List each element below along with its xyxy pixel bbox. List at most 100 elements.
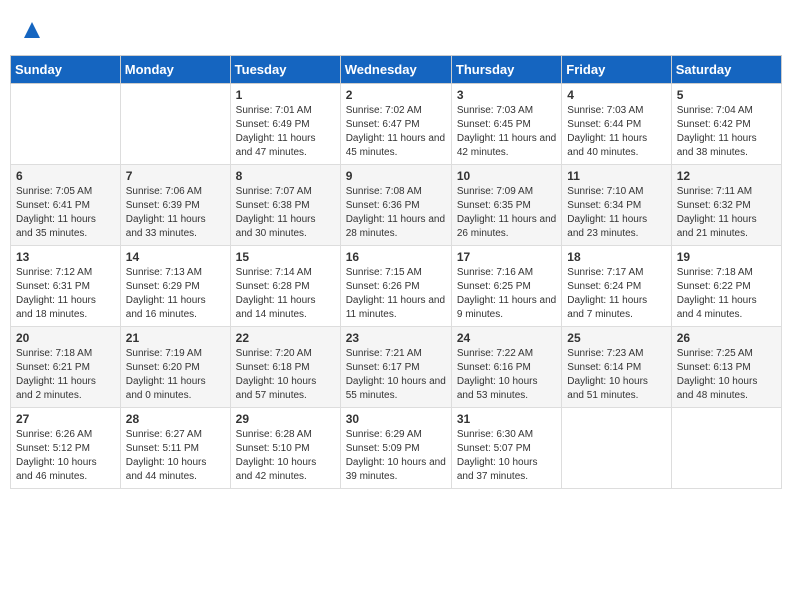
day-number: 25	[567, 331, 665, 345]
calendar-cell	[11, 84, 121, 165]
day-info: Sunrise: 7:10 AMSunset: 6:34 PMDaylight:…	[567, 185, 665, 241]
day-info: Sunrise: 7:16 AMSunset: 6:25 PMDaylight:…	[457, 266, 556, 322]
day-number: 19	[677, 250, 776, 264]
day-number: 26	[677, 331, 776, 345]
day-number: 24	[457, 331, 556, 345]
calendar-table: SundayMondayTuesdayWednesdayThursdayFrid…	[10, 55, 782, 489]
col-header-tuesday: Tuesday	[230, 56, 340, 84]
day-info: Sunrise: 6:27 AMSunset: 5:11 PMDaylight:…	[126, 428, 225, 484]
day-number: 15	[236, 250, 335, 264]
calendar-cell: 4Sunrise: 7:03 AMSunset: 6:44 PMDaylight…	[562, 84, 671, 165]
calendar-header-row: SundayMondayTuesdayWednesdayThursdayFrid…	[11, 56, 782, 84]
day-info: Sunrise: 7:11 AMSunset: 6:32 PMDaylight:…	[677, 185, 776, 241]
calendar-cell: 30 Sunrise: 6:29 AMSunset: 5:09 PMDayligh…	[340, 408, 451, 489]
day-number: 12	[677, 169, 776, 183]
day-number: 3	[457, 88, 556, 102]
day-info: Sunrise: 6:28 AMSunset: 5:10 PMDaylight:…	[236, 428, 335, 484]
day-number: 7	[126, 169, 225, 183]
day-info: Sunrise: 7:25 AMSunset: 6:13 PMDaylight:…	[677, 347, 776, 403]
calendar-cell: 10 Sunrise: 7:09 AMSunset: 6:35 PMDayligh…	[451, 165, 561, 246]
calendar-cell: 14Sunrise: 7:13 AMSunset: 6:29 PMDayligh…	[120, 246, 230, 327]
day-info: Sunrise: 7:15 AMSunset: 6:26 PMDaylight:…	[346, 266, 446, 322]
calendar-cell: 24 Sunrise: 7:22 AMSunset: 6:16 PMDayligh…	[451, 327, 561, 408]
day-number: 21	[126, 331, 225, 345]
day-number: 8	[236, 169, 335, 183]
calendar-cell	[562, 408, 671, 489]
calendar-cell: 18 Sunrise: 7:17 AMSunset: 6:24 PMDayligh…	[562, 246, 671, 327]
day-number: 11	[567, 169, 665, 183]
col-header-wednesday: Wednesday	[340, 56, 451, 84]
calendar-cell: 29 Sunrise: 6:28 AMSunset: 5:10 PMDayligh…	[230, 408, 340, 489]
calendar-cell: 28 Sunrise: 6:27 AMSunset: 5:11 PMDayligh…	[120, 408, 230, 489]
calendar-cell: 19Sunrise: 7:18 AMSunset: 6:22 PMDayligh…	[671, 246, 781, 327]
day-info: Sunrise: 7:12 AMSunset: 6:31 PMDaylight:…	[16, 266, 115, 322]
day-number: 27	[16, 412, 115, 426]
col-header-sunday: Sunday	[11, 56, 121, 84]
day-number: 17	[457, 250, 556, 264]
day-info: Sunrise: 7:20 AMSunset: 6:18 PMDaylight:…	[236, 347, 335, 403]
day-number: 18	[567, 250, 665, 264]
calendar-cell: 1 Sunrise: 7:01 AMSunset: 6:49 PMDaylight…	[230, 84, 340, 165]
logo	[20, 20, 42, 45]
calendar-cell: 20 Sunrise: 7:18 AMSunset: 6:21 PMDayligh…	[11, 327, 121, 408]
day-info: Sunrise: 7:09 AMSunset: 6:35 PMDaylight:…	[457, 185, 556, 241]
day-info: Sunrise: 7:22 AMSunset: 6:16 PMDaylight:…	[457, 347, 556, 403]
day-number: 13	[16, 250, 115, 264]
day-number: 30	[346, 412, 446, 426]
day-info: Sunrise: 7:05 AMSunset: 6:41 PMDaylight:…	[16, 185, 115, 241]
day-number: 20	[16, 331, 115, 345]
col-header-monday: Monday	[120, 56, 230, 84]
page-header	[10, 10, 782, 50]
day-number: 31	[457, 412, 556, 426]
calendar-cell: 23Sunrise: 7:21 AMSunset: 6:17 PMDayligh…	[340, 327, 451, 408]
calendar-cell: 15 Sunrise: 7:14 AMSunset: 6:28 PMDayligh…	[230, 246, 340, 327]
day-info: Sunrise: 7:14 AMSunset: 6:28 PMDaylight:…	[236, 266, 335, 322]
calendar-week-3: 13 Sunrise: 7:12 AMSunset: 6:31 PMDayligh…	[11, 246, 782, 327]
col-header-friday: Friday	[562, 56, 671, 84]
day-number: 29	[236, 412, 335, 426]
day-info: Sunrise: 7:17 AMSunset: 6:24 PMDaylight:…	[567, 266, 665, 322]
day-info: Sunrise: 6:30 AMSunset: 5:07 PMDaylight:…	[457, 428, 556, 484]
calendar-cell	[671, 408, 781, 489]
calendar-cell: 7 Sunrise: 7:06 AMSunset: 6:39 PMDaylight…	[120, 165, 230, 246]
day-info: Sunrise: 7:03 AMSunset: 6:45 PMDaylight:…	[457, 104, 556, 160]
day-info: Sunrise: 7:18 AMSunset: 6:21 PMDaylight:…	[16, 347, 115, 403]
calendar-week-1: 1 Sunrise: 7:01 AMSunset: 6:49 PMDaylight…	[11, 84, 782, 165]
calendar-cell: 2 Sunrise: 7:02 AMSunset: 6:47 PMDaylight…	[340, 84, 451, 165]
calendar-week-5: 27 Sunrise: 6:26 AMSunset: 5:12 PMDayligh…	[11, 408, 782, 489]
calendar-cell: 16 Sunrise: 7:15 AMSunset: 6:26 PMDayligh…	[340, 246, 451, 327]
day-number: 9	[346, 169, 446, 183]
calendar-cell: 11 Sunrise: 7:10 AMSunset: 6:34 PMDayligh…	[562, 165, 671, 246]
calendar-cell: 9Sunrise: 7:08 AMSunset: 6:36 PMDaylight…	[340, 165, 451, 246]
col-header-saturday: Saturday	[671, 56, 781, 84]
day-info: Sunrise: 7:01 AMSunset: 6:49 PMDaylight:…	[236, 104, 335, 160]
day-info: Sunrise: 7:02 AMSunset: 6:47 PMDaylight:…	[346, 104, 446, 160]
day-info: Sunrise: 7:07 AMSunset: 6:38 PMDaylight:…	[236, 185, 335, 241]
day-info: Sunrise: 7:06 AMSunset: 6:39 PMDaylight:…	[126, 185, 225, 241]
day-info: Sunrise: 6:29 AMSunset: 5:09 PMDaylight:…	[346, 428, 446, 484]
day-info: Sunrise: 6:26 AMSunset: 5:12 PMDaylight:…	[16, 428, 115, 484]
calendar-cell: 22Sunrise: 7:20 AMSunset: 6:18 PMDayligh…	[230, 327, 340, 408]
calendar-cell: 21 Sunrise: 7:19 AMSunset: 6:20 PMDayligh…	[120, 327, 230, 408]
calendar-cell: 8 Sunrise: 7:07 AMSunset: 6:38 PMDaylight…	[230, 165, 340, 246]
day-number: 16	[346, 250, 446, 264]
calendar-cell: 31 Sunrise: 6:30 AMSunset: 5:07 PMDayligh…	[451, 408, 561, 489]
calendar-cell: 12 Sunrise: 7:11 AMSunset: 6:32 PMDayligh…	[671, 165, 781, 246]
calendar-week-4: 20 Sunrise: 7:18 AMSunset: 6:21 PMDayligh…	[11, 327, 782, 408]
day-number: 5	[677, 88, 776, 102]
day-number: 4	[567, 88, 665, 102]
day-number: 28	[126, 412, 225, 426]
calendar-cell	[120, 84, 230, 165]
day-info: Sunrise: 7:23 AMSunset: 6:14 PMDaylight:…	[567, 347, 665, 403]
day-info: Sunrise: 7:19 AMSunset: 6:20 PMDaylight:…	[126, 347, 225, 403]
logo-triangle-icon	[22, 20, 42, 40]
day-number: 1	[236, 88, 335, 102]
col-header-thursday: Thursday	[451, 56, 561, 84]
day-info: Sunrise: 7:04 AMSunset: 6:42 PMDaylight:…	[677, 104, 776, 160]
day-number: 10	[457, 169, 556, 183]
day-number: 2	[346, 88, 446, 102]
day-info: Sunrise: 7:13 AMSunset: 6:29 PMDaylight:…	[126, 266, 225, 322]
calendar-cell: 6Sunrise: 7:05 AMSunset: 6:41 PMDaylight…	[11, 165, 121, 246]
calendar-cell: 3 Sunrise: 7:03 AMSunset: 6:45 PMDaylight…	[451, 84, 561, 165]
calendar-week-2: 6Sunrise: 7:05 AMSunset: 6:41 PMDaylight…	[11, 165, 782, 246]
